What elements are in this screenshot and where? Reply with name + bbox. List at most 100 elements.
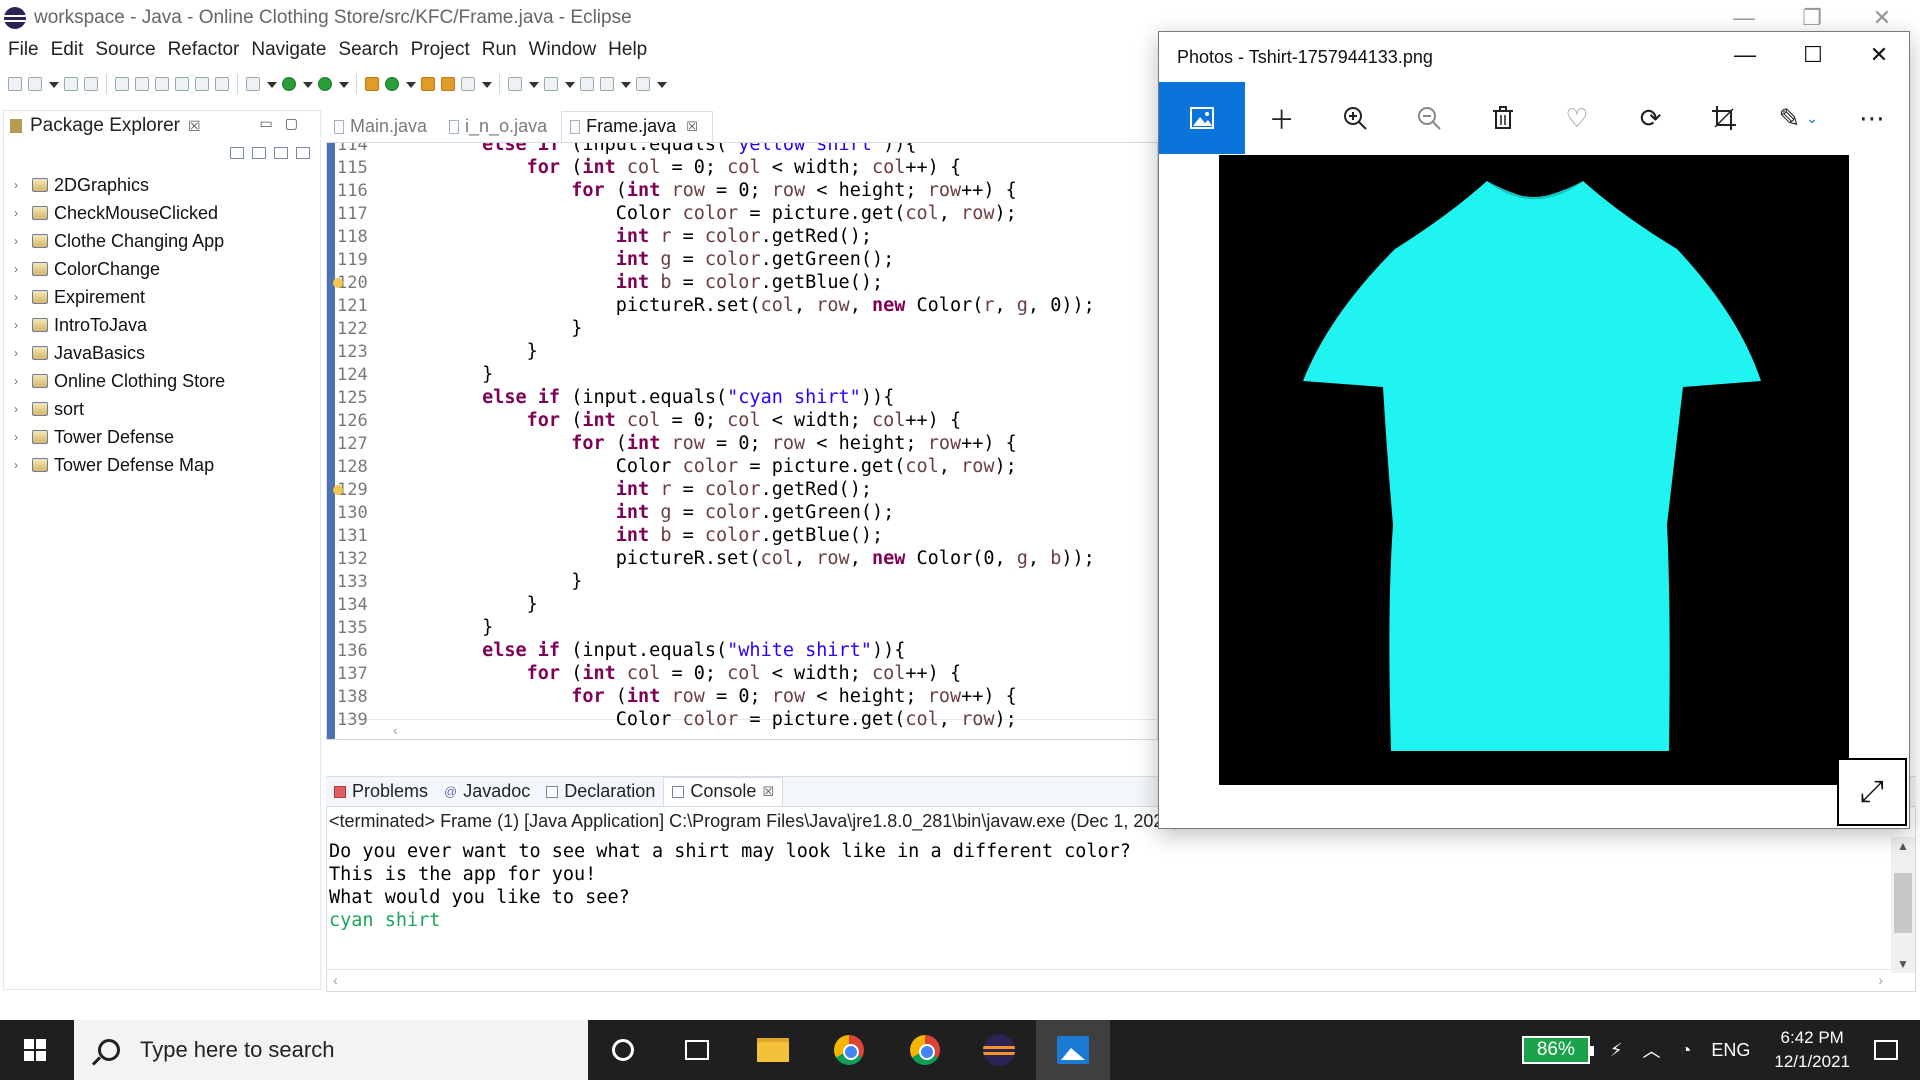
chevron-right-icon[interactable]: › — [14, 178, 24, 192]
new-icon[interactable] — [8, 77, 22, 91]
tab-problems[interactable]: Problems — [326, 777, 436, 807]
clock[interactable]: 6:42 PM 12/1/2021 — [1774, 1026, 1850, 1074]
tree-item[interactable]: › Clothe Changing App — [4, 227, 320, 255]
tree-item[interactable]: › sort — [4, 395, 320, 423]
code-line[interactable]: 116 for (int row = 0; row < height; row +… — [337, 179, 1017, 202]
code-line[interactable]: 134 } — [337, 593, 538, 616]
code-line[interactable]: 125 else if (input.equals("cyan shirt"))… — [337, 386, 894, 409]
code-line[interactable]: 132 pictureR.set(col, row, new Color(0, … — [337, 547, 1095, 570]
tab-declaration[interactable]: Declaration — [538, 777, 663, 807]
collapse-all-icon[interactable] — [230, 147, 244, 159]
tree-item[interactable]: › Online Clothing Store — [4, 367, 320, 395]
chevron-right-icon[interactable]: › — [14, 402, 24, 416]
menu-window[interactable]: Window — [529, 39, 597, 61]
warning-marker-icon[interactable] — [333, 277, 343, 288]
edit-icon[interactable]: ✎ ⌄ — [1761, 82, 1835, 154]
tree-item[interactable]: › Tower Defense Map — [4, 451, 320, 479]
tab-main-java[interactable]: Main.java — [326, 112, 441, 142]
code-line[interactable]: 121 pictureR.set(col, row, new Color(r , … — [337, 294, 1095, 317]
zoom-out-icon[interactable] — [1392, 82, 1466, 154]
chevron-right-icon[interactable]: › — [14, 430, 24, 444]
code-line[interactable]: 127 for (int row = 0; row < height; row +… — [337, 432, 1017, 455]
menu-file[interactable]: File — [8, 39, 39, 61]
chevron-right-icon[interactable]: › — [14, 290, 24, 304]
battery-indicator[interactable]: 86% — [1521, 1036, 1594, 1064]
edit-icon[interactable] — [135, 77, 149, 91]
console-view[interactable]: <terminated> Frame (1) [Java Application… — [326, 806, 1916, 992]
mark-occurrences-icon[interactable] — [155, 77, 169, 91]
view-menu-icon[interactable] — [296, 147, 310, 159]
console-horizontal-scrollbar[interactable]: ‹ › — [327, 969, 1893, 991]
menu-help[interactable]: Help — [608, 39, 647, 61]
dropdown-arrow-icon[interactable] — [528, 79, 539, 89]
close-tab-icon[interactable]: ☒ — [686, 119, 698, 135]
photos-button[interactable] — [1036, 1020, 1110, 1080]
dropdown-arrow-icon[interactable] — [48, 79, 59, 89]
cortana-button[interactable] — [586, 1020, 660, 1080]
close-tab-icon[interactable]: ☒ — [762, 784, 774, 800]
warning-marker-icon[interactable] — [333, 484, 343, 495]
code-line[interactable]: 130 int g = color .getGreen(); — [337, 501, 894, 524]
new-wizard-icon[interactable] — [28, 77, 42, 91]
trash-icon[interactable] — [1466, 82, 1540, 154]
previous-annotation-icon[interactable] — [544, 77, 558, 91]
dropdown-arrow-icon[interactable] — [656, 79, 667, 89]
code-line[interactable]: 123 } — [337, 340, 538, 363]
code-line[interactable]: 131 int b = color .getBlue(); — [337, 524, 883, 547]
chevron-right-icon[interactable]: › — [14, 374, 24, 388]
view-min-max-icon[interactable]: ▭▢ — [260, 115, 310, 132]
dropdown-arrow-icon[interactable] — [338, 79, 349, 89]
code-line[interactable]: 122 } — [337, 317, 582, 340]
console-vertical-scrollbar[interactable]: ▲ ▼ — [1891, 837, 1915, 973]
code-line[interactable]: 138 for (int row = 0; row < height; row +… — [337, 685, 1017, 708]
chrome-button[interactable] — [812, 1020, 886, 1080]
new-java-class-icon[interactable] — [385, 77, 399, 91]
scroll-right-icon[interactable]: › — [1878, 972, 1883, 988]
close-view-icon[interactable]: ☒ — [188, 118, 201, 135]
image-icon[interactable] — [1159, 82, 1245, 154]
zoom-in-icon[interactable] — [1319, 82, 1393, 154]
tree-item[interactable]: › ColorChange — [4, 255, 320, 283]
menu-edit[interactable]: Edit — [51, 39, 84, 61]
code-line[interactable]: 133 } — [337, 570, 582, 593]
chevron-right-icon[interactable]: › — [14, 346, 24, 360]
scroll-up-icon[interactable]: ▲ — [1897, 839, 1909, 853]
scroll-down-icon[interactable]: ▼ — [1897, 957, 1909, 971]
tree-item[interactable]: › 2DGraphics — [4, 171, 320, 199]
dropdown-arrow-icon[interactable] — [405, 79, 416, 89]
power-plug-icon[interactable]: ⚡ — [1610, 1040, 1623, 1061]
plus-icon[interactable]: ＋ — [1245, 82, 1319, 154]
save-icon[interactable] — [64, 77, 78, 91]
menu-project[interactable]: Project — [411, 39, 470, 61]
code-line[interactable]: 124 } — [337, 363, 493, 386]
forward-icon[interactable] — [636, 77, 650, 91]
code-line[interactable]: 114 else if (input.equals("yellow shirt"… — [337, 143, 917, 156]
code-line[interactable]: 126 for (int col = 0; col < width; col ++… — [337, 409, 961, 432]
chevron-right-icon[interactable]: › — [14, 262, 24, 276]
tab-console[interactable]: Console ☒ — [663, 776, 784, 807]
dropdown-arrow-icon[interactable] — [564, 79, 575, 89]
eclipse-button[interactable] — [962, 1020, 1036, 1080]
tree-item[interactable]: › IntroToJava — [4, 311, 320, 339]
photos-maximize-button[interactable]: ☐ — [1793, 42, 1833, 68]
more-icon[interactable]: ⋯ — [1835, 82, 1909, 154]
code-line[interactable]: 135 } — [337, 616, 493, 639]
chevron-down-icon[interactable]: ⌄ — [1806, 110, 1818, 127]
photos-minimize-button[interactable]: — — [1725, 42, 1765, 68]
block-select-icon[interactable] — [175, 77, 189, 91]
scroll-left-icon[interactable]: ‹ — [333, 972, 338, 988]
link-with-editor-icon[interactable] — [252, 147, 266, 159]
photo-canvas[interactable] — [1219, 155, 1849, 785]
open-type-icon[interactable] — [421, 77, 435, 91]
new-java-package-icon[interactable] — [365, 77, 379, 91]
menu-run[interactable]: Run — [482, 39, 517, 61]
task-view-button[interactable] — [660, 1020, 734, 1080]
back-icon[interactable] — [600, 77, 614, 91]
chrome-profile-button[interactable] — [888, 1020, 962, 1080]
menu-refactor[interactable]: Refactor — [168, 39, 240, 61]
start-button[interactable] — [0, 1020, 70, 1080]
language-indicator[interactable]: ENG — [1711, 1040, 1750, 1061]
crop-icon[interactable] — [1688, 82, 1762, 154]
dropdown-arrow-icon[interactable] — [481, 79, 492, 89]
file-explorer-button[interactable] — [736, 1020, 810, 1080]
